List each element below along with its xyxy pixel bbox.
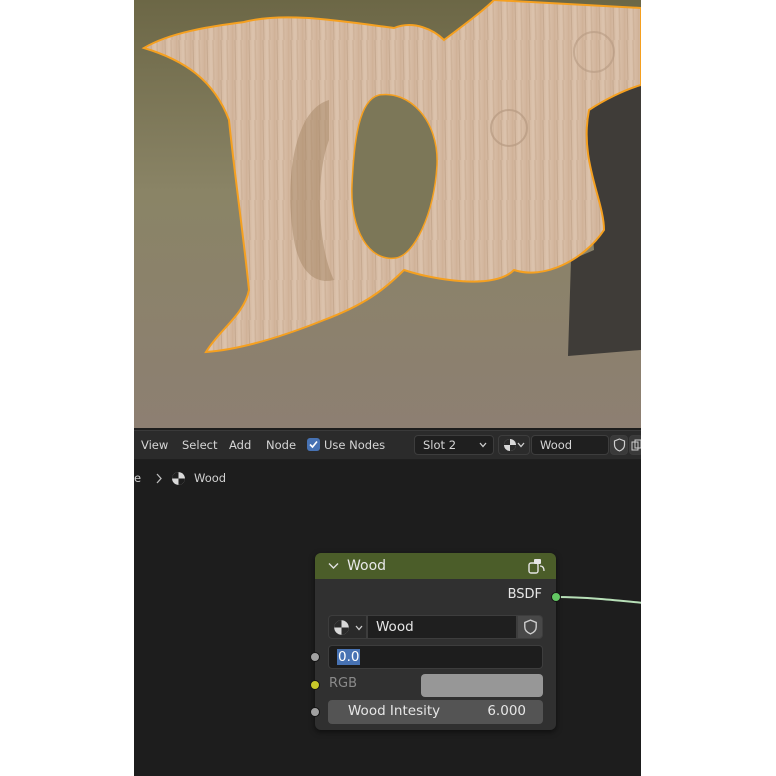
fake-user-button[interactable] bbox=[517, 615, 543, 639]
viewport-render bbox=[134, 0, 641, 428]
slot-label: Slot 2 bbox=[423, 438, 457, 452]
checkmark-icon bbox=[309, 440, 318, 449]
breadcrumb-material[interactable]: Wood bbox=[194, 471, 226, 485]
wood-intensity-label: Wood Intesity bbox=[348, 703, 441, 719]
copy-icon bbox=[631, 439, 641, 451]
node-group-icon[interactable] bbox=[527, 557, 546, 575]
bsdf-output-label: BSDF bbox=[507, 587, 542, 602]
fake-user-button[interactable] bbox=[610, 435, 628, 455]
chevron-down-icon bbox=[355, 625, 363, 631]
material-sphere-icon bbox=[504, 439, 516, 451]
material-sphere-icon bbox=[172, 472, 185, 485]
shield-icon bbox=[524, 619, 537, 635]
intensity-input-socket[interactable] bbox=[310, 707, 320, 717]
chevron-down-icon bbox=[479, 442, 487, 448]
use-nodes-label[interactable]: Use Nodes bbox=[324, 431, 385, 459]
material-browse-button[interactable] bbox=[328, 615, 367, 639]
menu-view[interactable]: View bbox=[141, 431, 168, 459]
duplicate-material-button[interactable] bbox=[629, 435, 641, 455]
node-header[interactable]: Wood bbox=[315, 553, 556, 579]
shield-icon bbox=[613, 438, 626, 452]
chevron-right-icon bbox=[156, 473, 162, 484]
material-browse-button[interactable] bbox=[498, 435, 530, 455]
bsdf-output-socket[interactable] bbox=[551, 592, 561, 602]
use-nodes-checkbox[interactable] bbox=[307, 438, 320, 451]
3d-viewport[interactable] bbox=[134, 0, 641, 428]
breadcrumb: e Wood bbox=[134, 468, 434, 490]
material-node[interactable]: Wood BSDF Wood 0.0 RGB Wood Intesity 6.0… bbox=[310, 553, 561, 730]
breadcrumb-truncated-item: e bbox=[134, 471, 142, 485]
menu-node[interactable]: Node bbox=[266, 431, 296, 459]
blender-app: View Select Add Node Use Nodes Slot 2 Wo… bbox=[134, 0, 641, 776]
wood-intensity-value: 6.000 bbox=[487, 703, 526, 719]
material-name-label: Wood bbox=[376, 619, 414, 635]
material-name-field[interactable]: Wood bbox=[531, 435, 609, 455]
node-title: Wood bbox=[347, 558, 387, 574]
value-input-field[interactable]: 0.0 bbox=[328, 645, 543, 669]
collapse-chevron-icon[interactable] bbox=[328, 562, 339, 570]
slot-dropdown[interactable]: Slot 2 bbox=[414, 435, 494, 455]
rgb-label: RGB bbox=[329, 676, 358, 691]
chevron-down-icon bbox=[517, 442, 525, 448]
material-name-label: Wood bbox=[540, 438, 573, 452]
rgb-input-socket[interactable] bbox=[310, 680, 320, 690]
material-sphere-icon bbox=[334, 620, 349, 635]
value-input-socket[interactable] bbox=[310, 652, 320, 662]
node-editor-header: View Select Add Node Use Nodes Slot 2 Wo… bbox=[134, 430, 641, 460]
material-name-field[interactable]: Wood bbox=[367, 615, 517, 639]
value-input-text[interactable]: 0.0 bbox=[337, 649, 361, 665]
node-link-wire[interactable] bbox=[554, 590, 641, 610]
menu-add[interactable]: Add bbox=[229, 431, 251, 459]
rgb-color-swatch[interactable] bbox=[421, 674, 543, 697]
menu-select[interactable]: Select bbox=[182, 431, 217, 459]
wood-intensity-slider[interactable]: Wood Intesity 6.000 bbox=[328, 700, 543, 724]
